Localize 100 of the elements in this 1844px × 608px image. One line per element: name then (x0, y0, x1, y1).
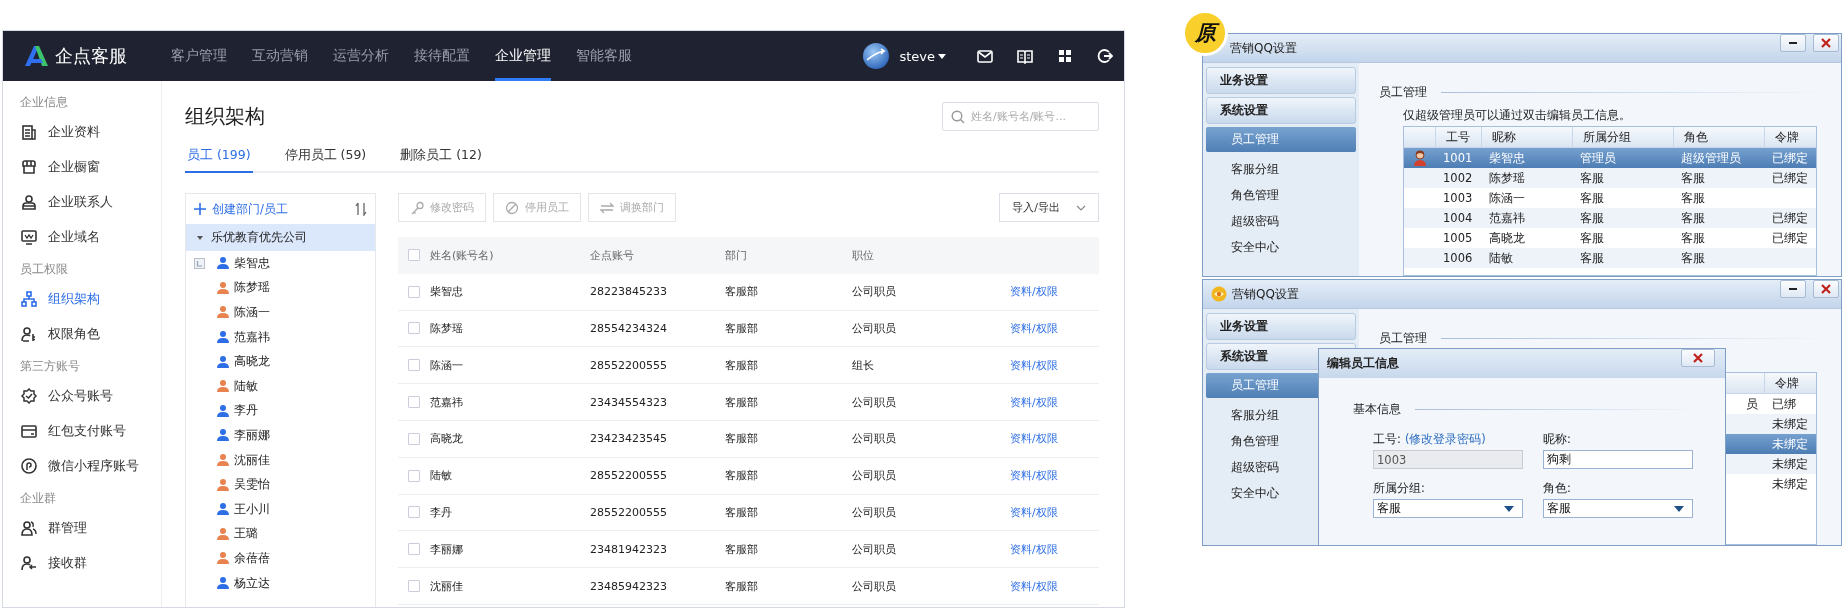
sidebar-item[interactable]: 超级密码 (1206, 209, 1356, 234)
nav-tab[interactable]: 智能客服 (576, 31, 632, 81)
sidebar-item[interactable]: 企业域名 (20, 222, 150, 252)
checkbox[interactable] (408, 396, 420, 409)
link[interactable]: 资料/权限 (1010, 358, 1058, 372)
nav-tab[interactable]: 互动营销 (252, 31, 308, 81)
checkbox[interactable] (408, 469, 420, 482)
tree-item[interactable]: 陈涵一 (186, 300, 375, 325)
link[interactable]: 资料/权限 (1010, 285, 1058, 299)
tree-item[interactable]: 柴智忠 (186, 251, 375, 276)
group-button[interactable]: 业务设置 (1206, 67, 1356, 94)
mail-icon[interactable] (976, 47, 994, 65)
nav-tab[interactable]: 运营分析 (333, 31, 389, 81)
table-cell-text: 客服部 (725, 578, 759, 594)
table-cell-text: 1001 (1442, 151, 1474, 165)
table-row[interactable]: 1002 陈梦瑶 客服 客服 已绑定 (1404, 168, 1816, 188)
sidebar-item[interactable]: 公众号账号 (20, 381, 150, 411)
tree-item[interactable]: 王小川 (186, 496, 375, 522)
table-row[interactable]: 1004 范嘉祎 客服 客服 已绑定 (1404, 208, 1816, 228)
checkbox[interactable] (408, 249, 420, 262)
close-button[interactable] (1813, 280, 1839, 298)
sidebar-item[interactable]: 红包支付账号 (20, 416, 150, 446)
table-cell-text: 组长 (852, 357, 875, 373)
sidebar-item[interactable]: 权限角色 (20, 319, 150, 349)
close-button[interactable] (1813, 34, 1839, 52)
sidebar-item[interactable]: 客服分组 (1206, 157, 1356, 182)
table-row[interactable]: 1003 陈涵一 客服 客服 (1404, 188, 1816, 208)
table-cell-text: 李丽娜 (430, 541, 464, 557)
link[interactable]: 资料/权限 (1010, 432, 1058, 446)
sidebar-item[interactable]: 角色管理 (1206, 183, 1356, 208)
org-chart-icon (20, 290, 38, 308)
tree-item[interactable]: 陆敏 (186, 373, 375, 399)
create-link[interactable]: 创建部门/员工 (194, 201, 288, 217)
sidebar-item[interactable]: 安全中心 (1206, 235, 1356, 260)
sidebar-item[interactable]: 企业联系人 (20, 187, 150, 217)
table-cell-text: 公司职员 (852, 504, 897, 520)
checkbox[interactable] (408, 432, 420, 445)
tree-item[interactable]: 李丽娜 (186, 423, 375, 448)
tree-item[interactable]: 王璐 (186, 521, 375, 547)
tree-item[interactable]: 李丹 (186, 398, 375, 424)
minimize-button[interactable] (1780, 34, 1806, 52)
tree-item[interactable]: 陈梦瑶 (186, 275, 375, 301)
search-icon (951, 109, 965, 124)
checkbox[interactable] (408, 322, 420, 335)
logo-icon (23, 45, 49, 67)
sidebar-item[interactable]: 群管理 (20, 513, 150, 543)
book-icon[interactable] (1016, 47, 1034, 65)
link[interactable]: 资料/权限 (1010, 469, 1058, 483)
tree-item[interactable]: 吴雯怡 (186, 472, 375, 497)
table-cell-text: 已绑 (1771, 396, 1797, 412)
tree-item[interactable]: 高晓龙 (186, 349, 375, 374)
link[interactable]: 资料/权限 (1010, 322, 1058, 335)
input-field[interactable]: 狗剩 (1543, 450, 1693, 469)
sort-icon[interactable] (355, 202, 367, 216)
block-icon (505, 200, 519, 215)
grid-icon[interactable] (1056, 47, 1074, 65)
checkbox[interactable] (408, 359, 420, 372)
checkbox[interactable] (408, 543, 420, 556)
monitor-icon (20, 228, 38, 246)
tree-item[interactable]: 范嘉祎 (186, 324, 375, 350)
link[interactable]: 资料/权限 (1010, 542, 1058, 556)
table-cell-text: 陈梦瑶 (430, 321, 464, 336)
sidebar-item[interactable]: 企业橱窗 (20, 152, 150, 182)
user-menu[interactable]: steve (899, 48, 946, 64)
people-icon (20, 519, 38, 537)
minimize-button[interactable] (1780, 280, 1806, 298)
sidebar-item[interactable]: 企业资料 (20, 117, 150, 147)
table-row[interactable]: 1006 陆敏 客服 客服 (1404, 248, 1816, 268)
search-field[interactable]: 姓名/账号名/账号... (942, 101, 1099, 131)
sidebar-item[interactable]: 接收群 (20, 548, 150, 578)
dropdown-button[interactable]: 导入/导出 (999, 193, 1099, 222)
tree-item[interactable]: 余蓓蓓 (186, 546, 375, 571)
checkbox[interactable] (408, 285, 420, 298)
dropdown[interactable]: 客服 (1373, 499, 1523, 518)
table-cell-text: 28552200555 (590, 505, 668, 519)
nav-tab[interactable]: 企业管理 (495, 31, 551, 81)
link[interactable]: 资料/权限 (1010, 395, 1058, 409)
column-header: 职位 (852, 247, 875, 263)
dropdown[interactable]: 客服 (1543, 499, 1693, 518)
group-button[interactable]: 系统设置 (1206, 97, 1356, 124)
close-button[interactable] (1681, 349, 1715, 367)
tab[interactable]: 停用员工 (59) (282, 147, 369, 173)
close-icon (1819, 36, 1833, 50)
link[interactable]: 资料/权限 (1010, 579, 1058, 593)
tab[interactable]: 员工 (199) (185, 147, 253, 173)
sidebar-item[interactable]: 微信小程序账号 (20, 451, 150, 481)
checkbox[interactable] (408, 506, 420, 519)
sidebar-item[interactable]: 组织架构 (20, 284, 150, 314)
tree-item[interactable]: 杨立达 (186, 570, 375, 596)
nav-tab[interactable]: 客户管理 (171, 31, 227, 81)
group-button[interactable]: 业务设置 (1206, 313, 1356, 340)
link[interactable]: 资料/权限 (1010, 505, 1058, 519)
tree-node[interactable]: 乐优教育优先公司 (186, 224, 375, 251)
nav-tab[interactable]: 接待配置 (414, 31, 470, 81)
tree-item[interactable]: 沈丽佳 (186, 447, 375, 473)
table-cell-text: 已绑定 (1771, 170, 1809, 186)
checkbox[interactable] (408, 580, 420, 593)
table-row[interactable]: 1005 高晓龙 客服 客服 已绑定 (1404, 228, 1816, 248)
tab[interactable]: 删除员工 (12) (398, 147, 484, 173)
logout-icon[interactable] (1096, 47, 1114, 65)
